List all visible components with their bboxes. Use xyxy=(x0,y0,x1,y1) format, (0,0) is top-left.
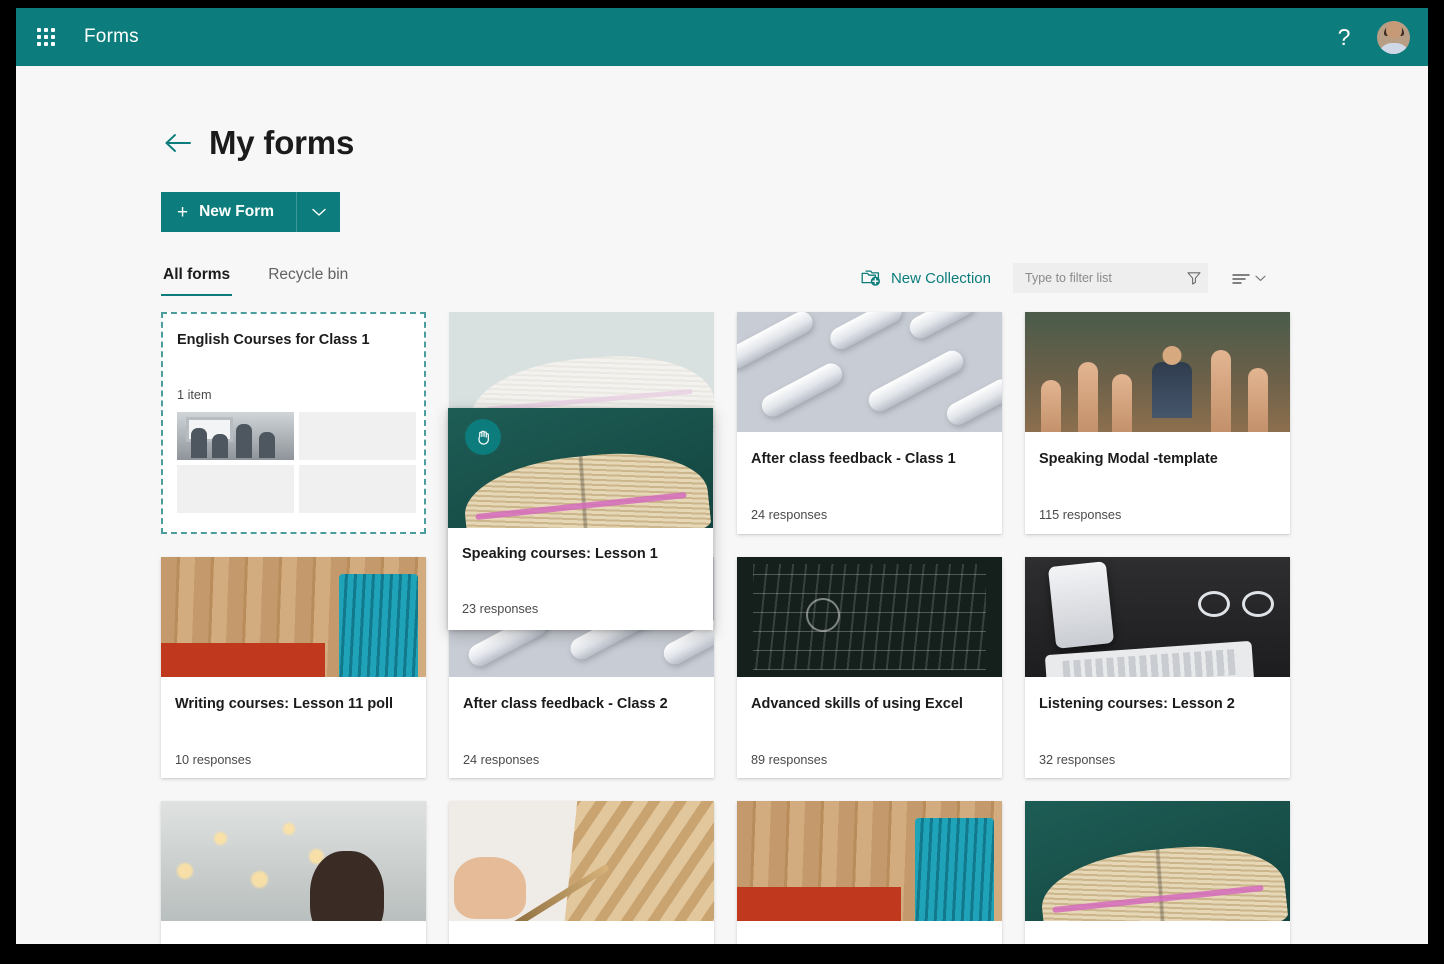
avatar[interactable] xyxy=(1377,20,1410,54)
form-card[interactable]: Speaking Modal -template 115 responses xyxy=(1025,312,1290,534)
form-responses: 24 responses xyxy=(751,508,828,523)
collection-name: English Courses for Class 1 xyxy=(177,332,370,348)
list-toolbar: New Collection xyxy=(859,263,1270,293)
collection-thumb-empty xyxy=(299,465,416,513)
new-form-button[interactable]: + New Form xyxy=(161,192,297,232)
form-thumbnail xyxy=(161,557,426,677)
collection-thumb-empty xyxy=(177,465,294,513)
form-thumbnail xyxy=(1025,312,1290,432)
collection-thumbnails xyxy=(177,412,416,513)
forms-grid: English Courses for Class 1 1 item After… xyxy=(161,312,1301,944)
form-card[interactable] xyxy=(737,801,1002,944)
new-form-dropdown-button[interactable] xyxy=(296,192,341,232)
form-thumbnail xyxy=(737,557,1002,677)
form-responses: 32 responses xyxy=(1039,753,1116,768)
form-card[interactable] xyxy=(1025,801,1290,944)
form-title: Advanced skills of using Excel xyxy=(751,696,963,712)
form-thumbnail xyxy=(1025,801,1290,921)
new-form-label: New Form xyxy=(199,203,275,220)
dragged-form-card[interactable]: Speaking courses: Lesson 1 23 responses xyxy=(448,408,713,630)
form-title: After class feedback - Class 1 xyxy=(751,451,956,467)
new-collection-button[interactable]: New Collection xyxy=(859,265,993,292)
form-title: Listening courses: Lesson 2 xyxy=(1039,696,1235,712)
suite-header-actions: ? xyxy=(1329,20,1410,54)
app-title: Forms xyxy=(84,26,139,47)
form-card[interactable]: Advanced skills of using Excel 89 respon… xyxy=(737,557,1002,778)
form-card[interactable] xyxy=(161,801,426,944)
form-responses: 89 responses xyxy=(751,753,828,768)
dragged-form-title: Speaking courses: Lesson 1 xyxy=(462,546,658,562)
tab-recycle-bin[interactable]: Recycle bin xyxy=(266,260,350,296)
tab-all-forms[interactable]: All forms xyxy=(161,260,233,296)
form-responses: 115 responses xyxy=(1039,508,1122,523)
form-responses: 24 responses xyxy=(463,753,540,768)
grab-hand-icon xyxy=(465,419,501,455)
help-icon[interactable]: ? xyxy=(1329,22,1359,52)
filter-box[interactable] xyxy=(1013,263,1208,293)
search-input[interactable] xyxy=(1025,271,1186,285)
new-collection-icon xyxy=(861,269,882,288)
page-body: My forms + New Form All forms Recycle bi… xyxy=(16,66,1428,944)
dragged-form-responses: 23 responses xyxy=(462,602,539,616)
new-collection-label: New Collection xyxy=(890,269,991,287)
tab-recycle-bin-label: Recycle bin xyxy=(268,266,349,283)
collection-card[interactable]: English Courses for Class 1 1 item xyxy=(161,312,426,534)
form-card[interactable]: After class feedback - Class 1 24 respon… xyxy=(737,312,1002,534)
plus-icon: + xyxy=(177,201,189,223)
app-window: Forms ? My forms + New Form All forms Re… xyxy=(16,8,1428,944)
collection-item-count: 1 item xyxy=(177,388,212,402)
app-launcher-icon[interactable] xyxy=(26,17,66,57)
chevron-down-icon xyxy=(1255,275,1266,282)
sort-button[interactable] xyxy=(1228,268,1270,289)
dragged-form-thumbnail xyxy=(448,408,713,528)
suite-header: Forms ? xyxy=(16,8,1428,66)
tabs-toolbar-row: All forms Recycle bin New Collection Typ… xyxy=(16,232,1428,296)
funnel-icon[interactable] xyxy=(1186,270,1202,286)
form-title: Speaking Modal -template xyxy=(1039,451,1218,467)
form-thumbnail xyxy=(161,801,426,921)
form-title: After class feedback - Class 2 xyxy=(463,696,668,712)
new-form-split-button: + New Form xyxy=(161,192,341,232)
back-arrow-icon[interactable] xyxy=(161,128,195,158)
new-form-row: + New Form xyxy=(16,162,1428,232)
page-title: My forms xyxy=(209,124,355,161)
tab-all-forms-label: All forms xyxy=(163,266,231,283)
form-thumbnail xyxy=(737,312,1002,432)
form-card[interactable] xyxy=(449,801,714,944)
collection-thumb xyxy=(177,412,294,460)
form-card[interactable]: Writing courses: Lesson 11 poll 10 respo… xyxy=(161,557,426,778)
form-title: Writing courses: Lesson 11 poll xyxy=(175,696,394,712)
form-card[interactable]: Listening courses: Lesson 2 32 responses xyxy=(1025,557,1290,778)
page-title-row: My forms xyxy=(16,66,1428,162)
form-responses: 10 responses xyxy=(175,753,252,768)
collection-thumb-empty xyxy=(299,412,416,460)
form-thumbnail xyxy=(1025,557,1290,677)
form-thumbnail xyxy=(449,801,714,921)
sort-icon xyxy=(1232,272,1251,285)
form-thumbnail xyxy=(737,801,1002,921)
